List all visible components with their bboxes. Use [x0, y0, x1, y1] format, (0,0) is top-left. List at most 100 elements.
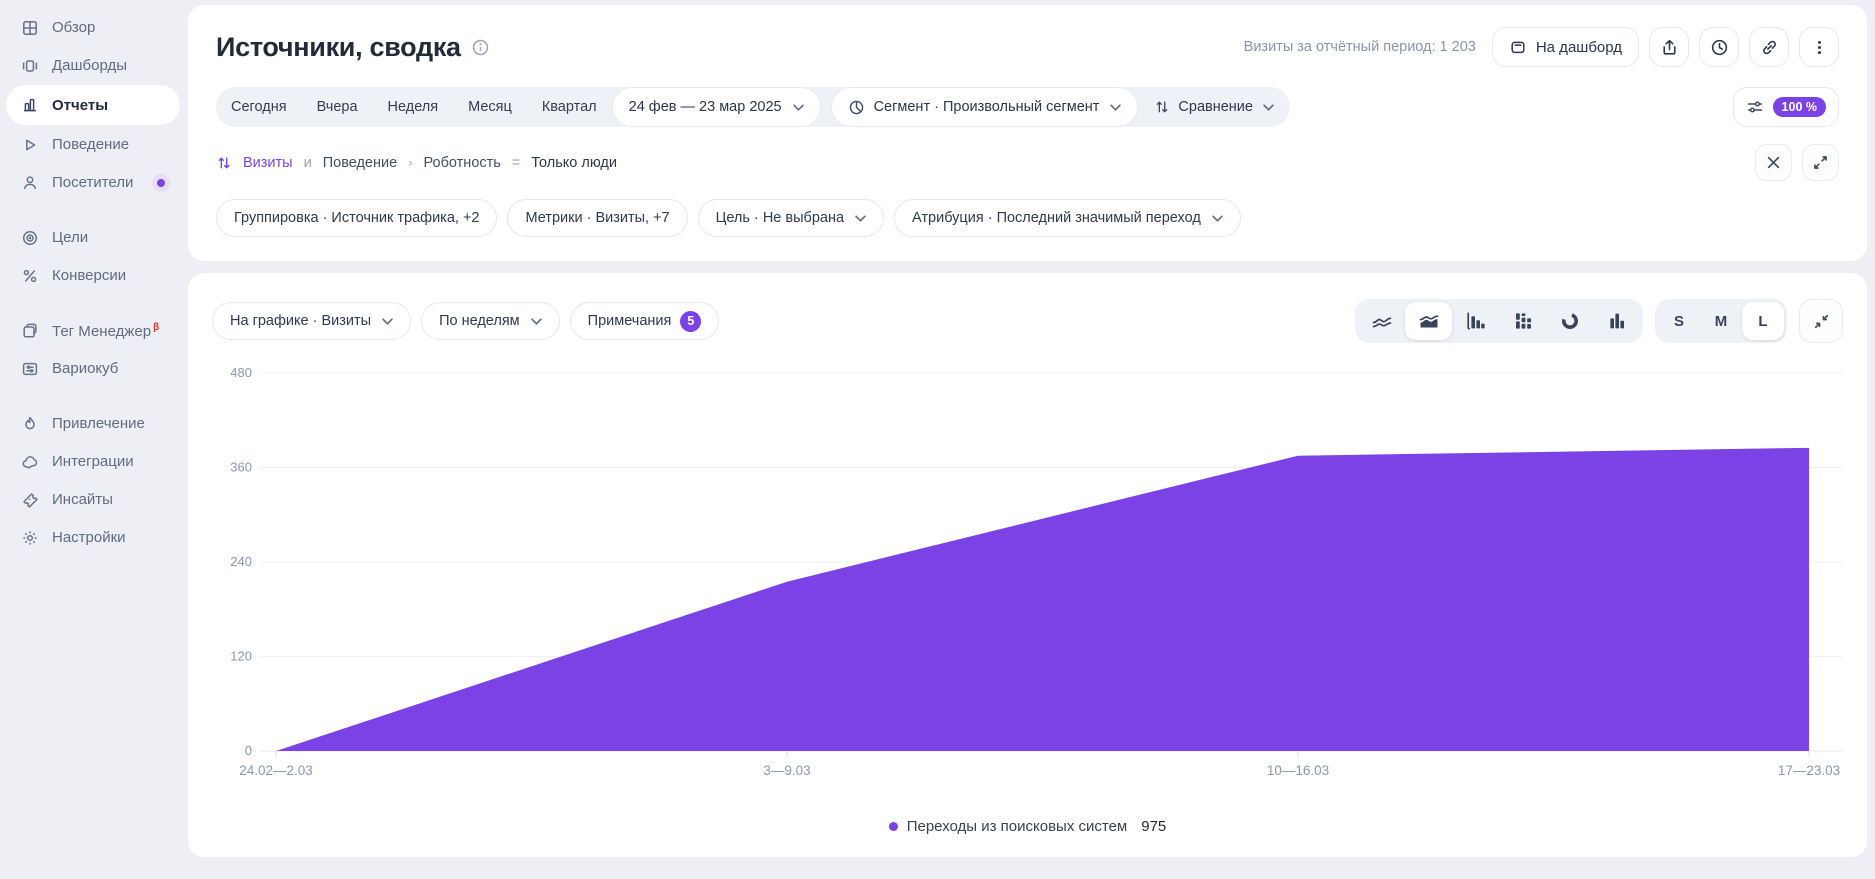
notes-button[interactable]: Примечания 5: [570, 302, 720, 340]
sidebar: Обзор Дашборды Отчеты Поведение: [0, 0, 188, 879]
sidebar-item-integrations[interactable]: Интеграции: [6, 443, 180, 480]
chevron-down-icon: [793, 104, 804, 111]
svg-text:24.02—2.03: 24.02—2.03: [239, 763, 313, 778]
sidebar-item-goals[interactable]: Цели: [6, 219, 180, 256]
preset-week[interactable]: Неделя: [373, 87, 454, 127]
chart-type-columns[interactable]: [1593, 302, 1640, 340]
sidebar-item-variocube[interactable]: Вариокуб: [6, 350, 180, 387]
sidebar-item-reports[interactable]: Отчеты: [6, 85, 180, 125]
date-range-picker[interactable]: 24 фев — 23 мар 2025: [612, 87, 821, 127]
visits-area-chart[interactable]: 012024036048024.02—2.033—9.0310—16.0317—…: [212, 359, 1843, 787]
chart-legend[interactable]: Переходы из поисковых систем 975: [212, 818, 1843, 835]
columns-chart-icon: [1606, 310, 1628, 332]
percent-icon: [20, 266, 39, 285]
sidebar-item-label: Отчеты: [52, 97, 108, 114]
on-chart-metric-selector[interactable]: На графике · Визиты: [212, 302, 411, 340]
export-button[interactable]: [1649, 27, 1689, 67]
sidebar-item-label: Настройки: [52, 529, 126, 546]
tag-manager-icon: [20, 321, 39, 340]
sidebar-item-insights[interactable]: Инсайты: [6, 481, 180, 518]
chart-type-area[interactable]: [1405, 302, 1452, 340]
svg-text:0: 0: [245, 743, 252, 758]
copy-link-button[interactable]: [1749, 27, 1789, 67]
history-button[interactable]: [1699, 27, 1739, 67]
sidebar-item-tag-manager[interactable]: Тег Менеджерβ: [6, 312, 180, 349]
chevron-down-icon: [1110, 104, 1121, 111]
chevron-down-icon: [1263, 104, 1274, 111]
kebab-icon: [1810, 38, 1829, 57]
target-icon: [20, 228, 39, 247]
svg-text:10—16.03: 10—16.03: [1267, 763, 1329, 778]
breadcrumb-separator: ›: [408, 155, 412, 170]
sidebar-item-dashboards[interactable]: Дашборды: [6, 47, 180, 84]
chart-size-s[interactable]: S: [1658, 302, 1700, 340]
granularity-selector[interactable]: По неделям: [421, 302, 560, 340]
filter-dimension[interactable]: Поведение: [323, 155, 397, 171]
to-dashboard-button[interactable]: На дашборд: [1492, 27, 1639, 67]
sidebar-item-conversions[interactable]: Конверсии: [6, 257, 180, 294]
chart-size-switcher: S M L: [1655, 299, 1787, 343]
gear-icon: [20, 528, 39, 547]
preset-month[interactable]: Месяц: [453, 87, 527, 127]
dashboards-icon: [20, 56, 39, 75]
clear-filter-button[interactable]: [1755, 144, 1792, 181]
expand-filter-button[interactable]: [1802, 144, 1839, 181]
goal-selector[interactable]: Цель · Не выбрана: [698, 199, 884, 237]
chart-toolbar: На графике · Визиты По неделям Примечани…: [212, 299, 1843, 343]
main-content: Источники, сводка Визиты за отчётный пер…: [188, 0, 1875, 879]
grouping-selector[interactable]: Группировка · Источник трафика, +2: [216, 199, 497, 237]
donut-chart-icon: [1559, 310, 1581, 332]
chart-toolbar-left: На графике · Визиты По неделям Примечани…: [212, 302, 719, 340]
expand-icon: [1813, 155, 1828, 170]
notes-count-badge: 5: [680, 311, 701, 332]
chart-type-donut[interactable]: [1546, 302, 1593, 340]
sidebar-item-overview[interactable]: Обзор: [6, 9, 180, 46]
filter-value[interactable]: Только люди: [531, 155, 617, 171]
title-row: Источники, сводка Визиты за отчётный пер…: [216, 27, 1839, 67]
line-chart-icon: [1371, 310, 1393, 332]
chevron-down-icon: [531, 318, 542, 325]
chart-type-bars[interactable]: [1452, 302, 1499, 340]
sidebar-group-main: Обзор Дашборды Отчеты Поведение: [0, 9, 188, 201]
chevron-down-icon: [1212, 215, 1223, 222]
filter-subdimension[interactable]: Роботность: [424, 155, 501, 171]
notes-label: Примечания: [588, 313, 672, 329]
legend-dot-icon: [889, 822, 898, 831]
sampling-button[interactable]: 100 %: [1733, 87, 1839, 127]
sidebar-item-label: Обзор: [52, 19, 95, 36]
chart-type-line[interactable]: [1358, 302, 1405, 340]
preset-quarter[interactable]: Квартал: [527, 87, 612, 127]
chart-toolbar-right: S M L: [1355, 299, 1843, 343]
bar-chart-icon: [1465, 310, 1487, 332]
svg-text:17—23.03: 17—23.03: [1778, 763, 1840, 778]
sidebar-item-label: Дашборды: [52, 57, 127, 74]
collapse-chart-button[interactable]: [1799, 299, 1843, 343]
ticket-icon: [20, 490, 39, 509]
filter-metric[interactable]: Визиты: [243, 155, 293, 171]
chevron-down-icon: [855, 215, 866, 222]
more-menu-button[interactable]: [1799, 27, 1839, 67]
sliders-icon: [1746, 98, 1764, 116]
sidebar-group-goals: Цели Конверсии: [0, 219, 188, 294]
metrics-selector[interactable]: Метрики · Визиты, +7: [507, 199, 687, 237]
clock-icon: [1710, 38, 1729, 57]
chart-type-stacked-bars[interactable]: [1499, 302, 1546, 340]
sidebar-item-settings[interactable]: Настройки: [6, 519, 180, 556]
attribution-selector[interactable]: Атрибуция · Последний значимый переход: [894, 199, 1241, 237]
sidebar-item-label: Конверсии: [52, 267, 126, 284]
sidebar-item-attraction[interactable]: Привлечение: [6, 405, 180, 442]
sidebar-item-label: Инсайты: [52, 491, 113, 508]
info-icon[interactable]: [471, 38, 490, 57]
segment-selector[interactable]: Сегмент · Произвольный сегмент: [831, 87, 1139, 127]
new-indicator-badge: [152, 174, 170, 192]
chart-size-l[interactable]: L: [1742, 302, 1784, 340]
comparison-selector[interactable]: Сравнение: [1138, 87, 1290, 127]
sidebar-item-behavior[interactable]: Поведение: [6, 126, 180, 163]
preset-yesterday[interactable]: Вчера: [302, 87, 373, 127]
preset-today[interactable]: Сегодня: [216, 87, 302, 127]
sidebar-item-label: Посетители: [52, 174, 133, 191]
chart-size-m[interactable]: M: [1700, 302, 1742, 340]
reports-icon: [20, 96, 39, 115]
sidebar-item-visitors[interactable]: Посетители: [6, 164, 180, 201]
dashboard-icon: [1509, 38, 1527, 56]
